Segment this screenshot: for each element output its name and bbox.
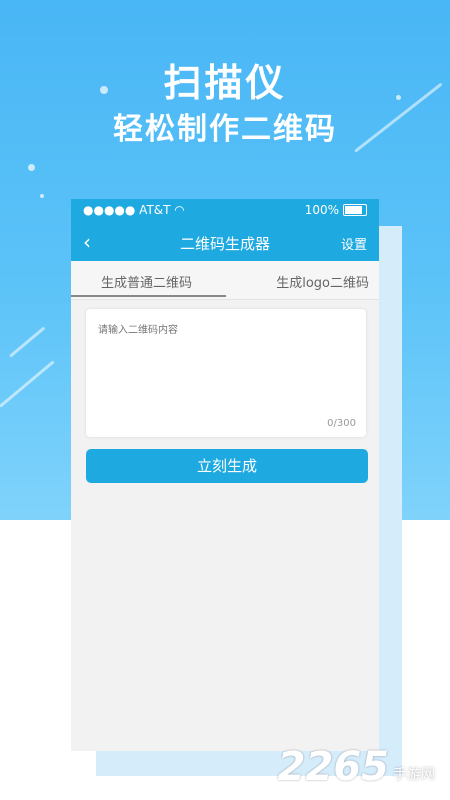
battery-percent: 100% [304,203,339,217]
input-card: 0/300 [86,309,366,437]
decor-dot [28,164,35,171]
carrier-label: ●●●●● AT&T [83,203,171,217]
qr-content-input[interactable] [96,319,355,413]
active-tab-indicator [71,295,226,297]
decor-streak [0,360,55,408]
promo-title: 扫描仪 [163,61,287,105]
battery-icon [343,204,367,216]
decor-dot [40,194,44,198]
page-title: 二维码生成器 [179,235,270,253]
settings-button[interactable]: 设置 [341,234,367,253]
wifi-icon: ◠ [174,203,185,217]
phone-screen: ●●●●● AT&T ◠ 100% ‹ 二维码生成器 设置 生成普通二维码 生成… [71,199,379,751]
watermark-number: 2265 [277,744,389,790]
nav-bar: ‹ 二维码生成器 设置 [71,223,379,261]
tab-logo-qr[interactable]: 生成logo二维码 [276,272,369,291]
tab-normal-qr[interactable]: 生成普通二维码 [101,272,192,291]
promo-subtitle: 轻松制作二维码 [113,112,337,147]
status-bar: ●●●●● AT&T ◠ 100% [71,199,379,223]
watermark-logo: 2265 手游网 [278,744,435,790]
decor-streak [9,326,46,358]
char-counter: 0/300 [327,418,356,429]
generate-button[interactable]: 立刻生成 [86,449,368,483]
watermark-text: 手游网 [393,767,435,783]
